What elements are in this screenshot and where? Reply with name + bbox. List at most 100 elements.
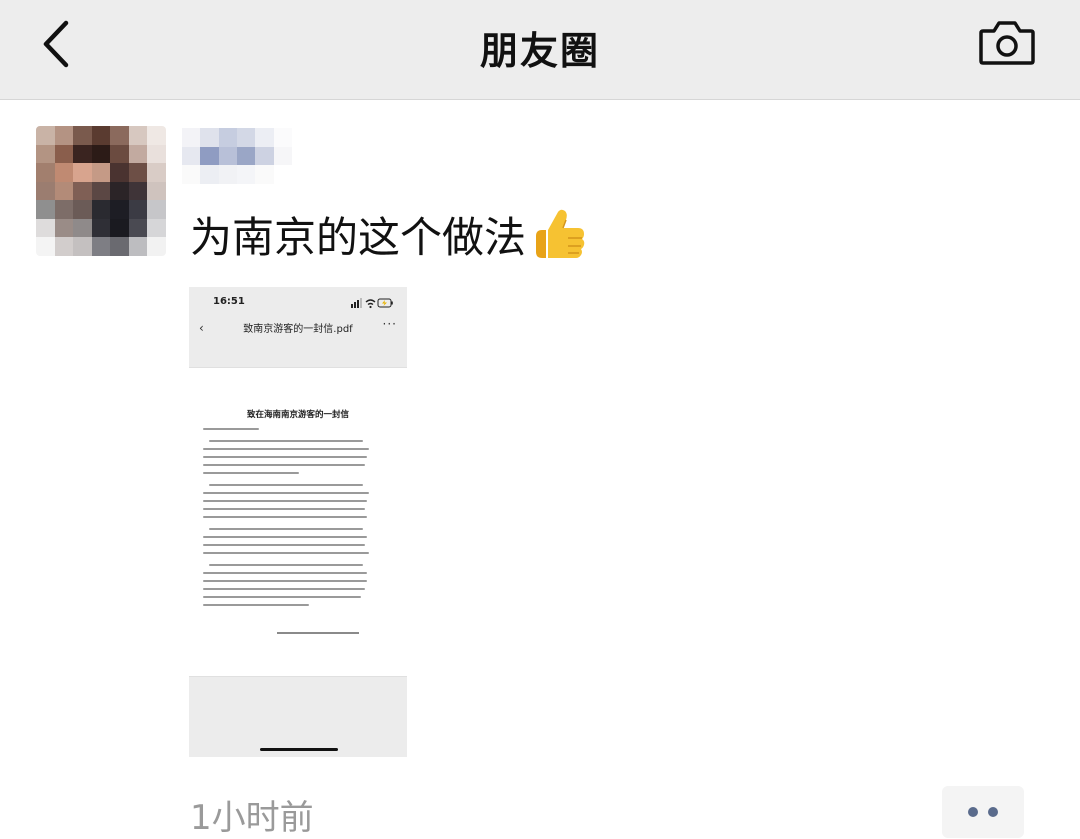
avatar-pixel <box>110 181 129 201</box>
post-time: 1小时前 <box>190 798 314 838</box>
camera-button[interactable] <box>976 18 1038 68</box>
username-pixel <box>200 165 219 184</box>
camera-icon <box>979 21 1035 65</box>
document-text-line <box>203 428 259 431</box>
status-time: 16:51 <box>213 296 245 307</box>
avatar-pixel <box>147 200 166 219</box>
username-pixel <box>255 128 274 147</box>
file-title: 致南京游客的一封信.pdf <box>243 324 353 335</box>
avatar-pixel <box>73 237 92 256</box>
avatar-pixel <box>147 218 166 238</box>
avatar-pixel <box>128 237 148 256</box>
avatar-pixel <box>73 200 92 219</box>
home-indicator <box>260 748 338 751</box>
avatar-pixel <box>36 144 55 164</box>
username-pixel <box>218 128 237 147</box>
username-pixel <box>237 128 256 147</box>
document-text-line <box>209 484 363 487</box>
avatar-pixel <box>91 163 111 182</box>
document-text-line <box>203 596 361 599</box>
viewer-more-icon: ··· <box>382 317 397 331</box>
document-text-line <box>203 464 365 467</box>
username-pixel <box>237 146 256 166</box>
post-text-content: 为南京的这个做法 <box>190 213 527 262</box>
username-pixel <box>182 146 201 166</box>
avatar-pixel <box>36 200 55 219</box>
avatar-pixel <box>54 163 74 182</box>
avatar-pixel <box>110 218 129 238</box>
avatar-pixel <box>91 144 111 164</box>
document-text-line <box>203 456 367 459</box>
avatar-pixel <box>91 200 111 219</box>
dot-icon <box>968 807 978 817</box>
avatar-pixel <box>128 126 148 145</box>
avatar-pixel <box>147 144 166 164</box>
username-pixel <box>218 165 237 184</box>
document-text-line <box>203 448 369 451</box>
document-text-line <box>203 536 367 539</box>
username-pixel <box>273 128 292 147</box>
avatar-pixel <box>91 218 111 238</box>
document-text-line <box>203 552 369 555</box>
avatar-pixel <box>36 181 55 201</box>
avatar[interactable] <box>36 126 166 256</box>
username-pixel <box>218 146 237 166</box>
status-bar: 16:51 <box>189 293 407 311</box>
document-signature-line <box>277 632 359 635</box>
dot-icon <box>988 807 998 817</box>
signal-wifi-battery-icon <box>351 298 393 309</box>
avatar-pixel <box>36 126 55 145</box>
avatar-pixel <box>110 237 129 256</box>
avatar-pixel <box>54 126 74 145</box>
file-viewer-header: ‹ 致南京游客的一封信.pdf ··· <box>189 315 407 339</box>
avatar-pixel <box>91 126 111 145</box>
avatar-pixel <box>91 181 111 201</box>
username[interactable] <box>182 128 292 184</box>
document-text-line <box>203 544 365 547</box>
document-title: 致在海南南京游客的一封信 <box>246 410 349 420</box>
document-text-line <box>203 500 367 503</box>
avatar-pixel <box>73 181 92 201</box>
avatar-pixel <box>128 181 148 201</box>
avatar-pixel <box>54 181 74 201</box>
document-text-line <box>203 604 309 607</box>
avatar-pixel <box>36 237 55 256</box>
username-pixel <box>273 146 292 166</box>
avatar-pixel <box>110 200 129 219</box>
avatar-pixel <box>147 237 166 256</box>
avatar-pixel <box>36 163 55 182</box>
avatar-pixel <box>110 163 129 182</box>
avatar-pixel <box>147 126 166 145</box>
avatar-pixel <box>110 126 129 145</box>
document-text-line <box>203 472 299 475</box>
avatar-pixel <box>110 144 129 164</box>
document-text-line <box>209 440 363 443</box>
comment-like-button[interactable] <box>942 786 1024 838</box>
post-text: 为南京的这个做法 <box>190 204 588 265</box>
username-pixel <box>182 128 201 147</box>
document-page: 致在海南南京游客的一封信 <box>189 367 407 677</box>
document-text-line <box>203 580 367 583</box>
avatar-pixel <box>54 218 74 238</box>
avatar-pixel <box>54 144 74 164</box>
thumbs-up-icon <box>536 209 585 258</box>
avatar-pixel <box>73 163 92 182</box>
username-pixel <box>200 146 219 166</box>
avatar-pixel <box>147 163 166 182</box>
avatar-pixel <box>91 237 111 256</box>
avatar-pixel <box>128 200 148 219</box>
document-text-line <box>209 528 363 531</box>
avatar-pixel <box>73 126 92 145</box>
avatar-pixel <box>128 163 148 182</box>
username-pixel <box>182 165 201 184</box>
avatar-pixel <box>54 200 74 219</box>
document-text-line <box>203 516 367 519</box>
avatar-pixel <box>128 144 148 164</box>
avatar-pixel <box>54 237 74 256</box>
attached-screenshot[interactable]: 16:51 ‹ 致南京游客的一封信.pdf ··· 致在海南南京游客的一封信 <box>189 287 407 757</box>
document-text-line <box>209 564 363 567</box>
top-navigation-bar: 朋友圈 <box>0 0 1080 100</box>
avatar-pixel <box>73 144 92 164</box>
avatar-pixel <box>73 218 92 238</box>
page-title: 朋友圈 <box>479 29 600 73</box>
